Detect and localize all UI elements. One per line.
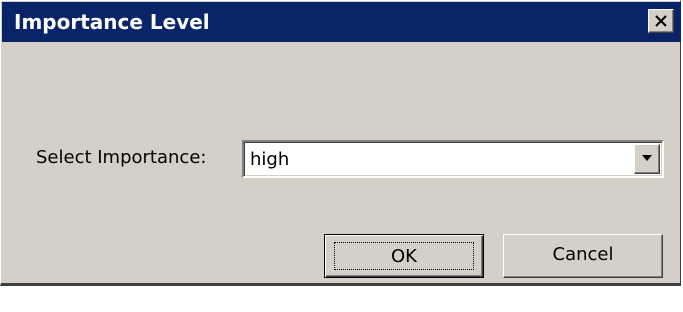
dropdown-arrow-button[interactable] [634,144,660,174]
importance-level-dialog: Importance Level Select Importance: high… [0,0,681,286]
cancel-button[interactable]: Cancel [503,234,663,278]
title-bar[interactable]: Importance Level [2,2,681,42]
close-button[interactable] [648,9,674,33]
importance-selected-value: high [250,149,290,170]
window-title: Importance Level [14,10,210,34]
close-x-icon [655,15,667,27]
select-importance-label: Select Importance: [36,147,207,168]
ok-button[interactable]: OK [324,234,484,278]
chevron-down-icon [642,155,652,161]
importance-dropdown[interactable]: high [242,140,664,178]
ok-button-label: OK [334,242,474,270]
